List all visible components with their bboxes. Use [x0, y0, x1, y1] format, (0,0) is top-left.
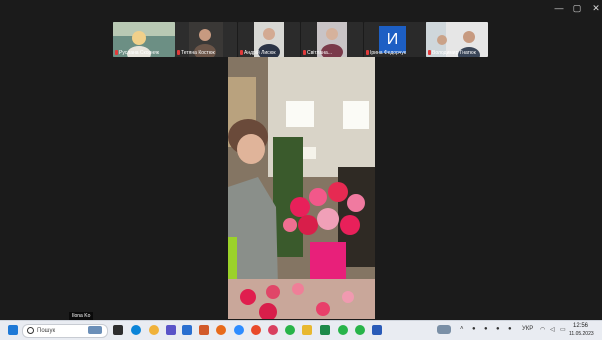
tray-app-icon[interactable]: ● — [472, 326, 476, 332]
clock-time[interactable]: 12:56 — [573, 323, 588, 329]
participant-tile[interactable]: Володимир Гнатюк — [426, 22, 488, 57]
speaker-video-frame — [228, 57, 375, 319]
opera-icon[interactable] — [268, 325, 278, 335]
mic-muted-icon — [115, 50, 118, 55]
chrome-icon[interactable] — [149, 325, 159, 335]
maximize-button[interactable]: ▢ — [569, 2, 585, 14]
participant-name: Ірина Федорчук — [366, 50, 424, 56]
tray-app-icon[interactable]: ● — [484, 326, 488, 332]
search-placeholder: Пошук — [37, 328, 56, 334]
battery-icon[interactable]: ▭ — [560, 326, 566, 333]
taskbar: Пошук ˄ ● ● ● ● УКР ◠ ◁ ▭ 12:56 11.05.20… — [0, 320, 602, 340]
word-icon[interactable] — [372, 325, 382, 335]
close-button[interactable]: ✕ — [588, 2, 602, 14]
zoom-icon[interactable] — [234, 325, 244, 335]
participant-tile[interactable]: И Ірина Федорчук — [364, 22, 426, 57]
language-indicator[interactable]: УКР — [522, 326, 533, 332]
wifi-icon[interactable]: ◠ — [540, 326, 545, 333]
windows-start-icon[interactable] — [8, 325, 18, 335]
mic-muted-icon — [303, 50, 306, 55]
participant-name: Андрій Лисюк — [240, 50, 298, 56]
participant-name: Володимир Гнатюк — [428, 50, 486, 56]
search-highlight-icon — [88, 326, 102, 334]
app-icon[interactable] — [182, 325, 192, 335]
excel-icon[interactable] — [320, 325, 330, 335]
participant-name: Тетяна Костюк — [177, 50, 235, 56]
active-speaker-video[interactable] — [228, 57, 375, 319]
tray-app-icon[interactable]: ● — [508, 326, 512, 332]
volume-icon[interactable]: ◁ — [550, 326, 555, 333]
participant-name: Світлана... — [303, 50, 361, 56]
chrome-icon[interactable] — [251, 325, 261, 335]
mic-muted-icon — [177, 50, 180, 55]
search-icon — [27, 327, 34, 334]
firefox-icon[interactable] — [216, 325, 226, 335]
participant-name: Руслана Скорняк — [115, 50, 173, 56]
teams-icon[interactable] — [166, 325, 176, 335]
participant-tile[interactable]: Андрій Лисюк — [238, 22, 300, 57]
mic-muted-icon — [240, 50, 243, 55]
whatsapp-icon[interactable] — [355, 325, 365, 335]
minimize-button[interactable]: — — [551, 2, 567, 14]
mic-muted-icon — [428, 50, 431, 55]
participant-tile[interactable]: Руслана Скорняк — [113, 22, 175, 57]
speaker-name-label: Ilona Ko — [69, 312, 94, 320]
office-icon[interactable] — [199, 325, 209, 335]
participant-avatar-initial: И — [379, 26, 406, 53]
whatsapp-icon[interactable] — [285, 325, 295, 335]
edge-icon[interactable] — [131, 325, 141, 335]
weather-icon[interactable] — [437, 325, 451, 334]
tray-app-icon[interactable]: ● — [496, 326, 500, 332]
mic-muted-icon — [366, 50, 369, 55]
whatsapp-icon[interactable] — [338, 325, 348, 335]
participant-tile[interactable]: Тетяна Костюк — [175, 22, 237, 57]
file-explorer-icon[interactable] — [302, 325, 312, 335]
chevron-up-icon[interactable]: ˄ — [460, 326, 464, 332]
task-view-icon[interactable] — [113, 325, 123, 335]
participant-tile[interactable]: Світлана... — [301, 22, 363, 57]
clock-date[interactable]: 11.05.2023 — [569, 331, 594, 337]
